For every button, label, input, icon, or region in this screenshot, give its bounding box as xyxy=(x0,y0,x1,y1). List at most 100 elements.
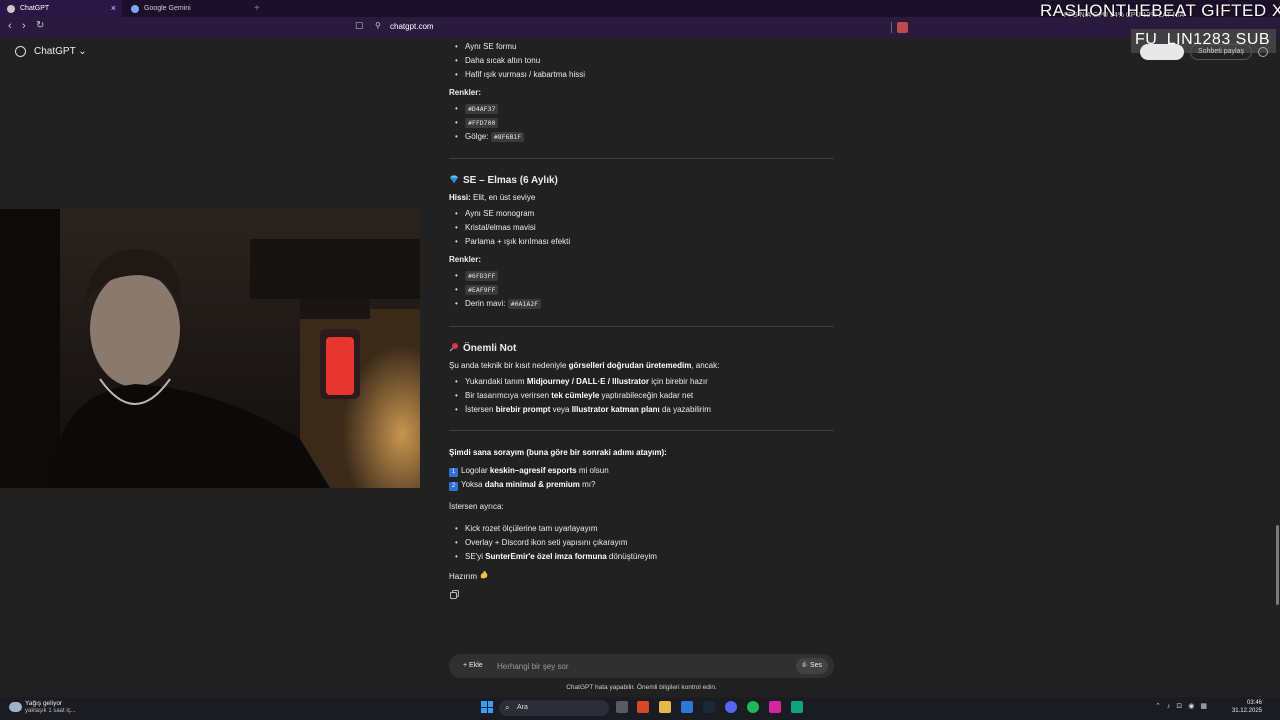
upgrade-button[interactable] xyxy=(1140,44,1184,60)
windows-taskbar: Yağış geliyor yaklaşık 1 saat iç... ⌕ Ar… xyxy=(0,697,1280,720)
list-item: SE'yi SunterEmir'e özel imza formuna dön… xyxy=(455,552,657,561)
text-span: Yoksa xyxy=(461,480,485,489)
colors-label: Renkler: xyxy=(449,255,482,264)
file-explorer-icon[interactable] xyxy=(659,701,671,713)
keycap-2-icon: 2 xyxy=(449,482,458,491)
discord-icon[interactable] xyxy=(725,701,737,713)
list-item: Derin mavi: #0A1A2F xyxy=(455,299,542,309)
clock-date[interactable]: 31.12.2025 xyxy=(1228,708,1262,714)
bold-span: birebir prompt xyxy=(495,405,551,414)
chatgpt-app-icon[interactable] xyxy=(791,701,803,713)
page-scrollbar[interactable] xyxy=(1276,525,1279,605)
list-item: Overlay + Discord ikon seti yapısını çık… xyxy=(455,538,627,547)
feel-label: Hissi: xyxy=(449,193,471,202)
url-text[interactable]: chatgpt.com xyxy=(390,22,434,31)
bold-span: görselleri doğrudan üretemedim xyxy=(568,361,692,370)
weather-title[interactable]: Yağış geliyor xyxy=(25,700,62,707)
task-view-icon[interactable] xyxy=(616,701,628,713)
text-span: SE'yi xyxy=(465,552,486,561)
bookmark-icon[interactable]: ☐ xyxy=(355,21,363,32)
taskbar-search[interactable]: ⌕ Ara xyxy=(499,700,609,716)
paragraph: Hazırım xyxy=(449,570,493,581)
start-menu-icon[interactable] xyxy=(481,701,493,713)
disclaimer-text: ChatGPT hata yapabilir. Önemli bilgileri… xyxy=(566,684,717,691)
color-code: #FFD700 xyxy=(465,118,499,128)
section-heading: SE – Elmas (6 Aylık) xyxy=(449,174,558,186)
weather-icon[interactable] xyxy=(9,702,22,712)
text-span: mi olsun xyxy=(576,466,609,475)
webcam-feed-image xyxy=(0,209,420,488)
option-2: 2 Yoksa daha minimal & premium mı? xyxy=(449,480,595,491)
site-info-icon[interactable]: ⚲ xyxy=(375,21,381,30)
question-heading: Şimdi sana sorayım (buna göre bir sonrak… xyxy=(449,448,667,457)
voice-label: Ses xyxy=(809,662,822,669)
list-item: Hafif ışık vurması / kabartma hissi xyxy=(455,70,585,79)
color-code: #EAF9FF xyxy=(465,285,499,295)
forward-icon[interactable]: › xyxy=(22,20,26,32)
list-item: #EAF9FF xyxy=(455,285,499,295)
bold-span: Illustrator katman planı xyxy=(571,405,660,414)
prompt-input[interactable] xyxy=(497,658,787,674)
text-span: Şu anda teknik bir kısıt nedeniyle xyxy=(449,361,569,370)
option-1: 1 Logolar keskin–agresif esports mi olsun xyxy=(449,466,609,477)
toolbar-divider xyxy=(891,22,892,33)
chatgpt-logo-icon xyxy=(15,46,26,57)
deep-blue-label: Derin mavi: xyxy=(465,299,506,308)
clock-time[interactable]: 03:46 xyxy=(1236,700,1262,706)
add-attachment-button[interactable]: + Ekle xyxy=(457,658,489,674)
instagram-icon[interactable] xyxy=(769,701,781,713)
text-span: da yazabilirim xyxy=(659,405,711,414)
divider xyxy=(449,430,834,431)
color-code: #8F6B1F xyxy=(490,132,525,142)
section-heading-text: Önemli Not xyxy=(463,343,517,354)
section-heading: Önemli Not xyxy=(449,342,516,354)
pushpin-icon xyxy=(449,343,458,352)
list-item: Kristal/elmas mavisi xyxy=(455,223,536,232)
share-button[interactable]: Sohbeti paylaş xyxy=(1190,44,1252,60)
color-code: #0A1A2F xyxy=(507,299,542,309)
section-heading-text: SE – Elmas (6 Aylık) xyxy=(463,175,558,186)
colors-label: Renkler: xyxy=(449,88,482,97)
chatgpt-favicon-icon xyxy=(7,5,15,13)
list-item: #FFD700 xyxy=(455,118,499,128)
text-span: İstersen xyxy=(465,405,496,414)
gem-icon xyxy=(450,175,458,183)
new-tab-icon[interactable]: + xyxy=(254,0,260,17)
list-item: Kick rozet ölçülerine tam uyarlayayım xyxy=(455,524,597,533)
text-span: , ancak: xyxy=(691,361,720,370)
divider xyxy=(449,158,834,159)
bold-span: keskin–agresif esports xyxy=(489,466,577,475)
system-tray[interactable]: ⌃♪⊡◉▦ xyxy=(1155,702,1213,710)
tab-chatgpt[interactable]: ChatGPT × xyxy=(0,0,122,17)
search-icon: ⌕ xyxy=(505,703,510,712)
close-tab-icon[interactable]: × xyxy=(111,0,116,17)
chat-composer: + Ekle ıl· Ses xyxy=(449,654,834,678)
tab-gemini[interactable]: Google Gemini xyxy=(124,0,246,17)
copy-icon[interactable] xyxy=(450,590,459,599)
divider xyxy=(449,326,834,327)
paragraph: Şu anda teknik bir kısıt nedeniyle görse… xyxy=(449,361,719,370)
reload-icon[interactable]: ↻ xyxy=(36,20,44,31)
voice-mode-button[interactable]: ıl· Ses xyxy=(796,658,828,674)
shadow-label: Gölge: xyxy=(465,132,489,141)
list-item: Parlama + ışık kırılması efekti xyxy=(455,237,570,246)
text-span: Yukarıdaki tanım xyxy=(465,377,527,386)
brave-browser-icon[interactable] xyxy=(637,701,649,713)
brave-shield-icon[interactable] xyxy=(897,22,908,33)
paragraph: Hissi: Elit, en üst seviye xyxy=(449,193,535,202)
text-span: Bir tasarımcıya verirsen xyxy=(465,391,552,400)
spotify-icon[interactable] xyxy=(747,701,759,713)
model-selector[interactable]: ChatGPT ⌄ xyxy=(34,46,87,57)
assistant-message: Aynı SE formu Daha sıcak altın tonu Hafi… xyxy=(449,38,839,650)
voice-wave-icon: ıl· xyxy=(802,662,808,669)
text-span: Logolar xyxy=(461,466,490,475)
list-item: #6FD3FF xyxy=(455,271,499,281)
mail-icon[interactable] xyxy=(681,701,693,713)
text-span: dönüştüreyim xyxy=(606,552,657,561)
more-options-icon[interactable] xyxy=(1258,47,1268,57)
color-code: #D4AF37 xyxy=(465,104,499,114)
back-icon[interactable]: ‹ xyxy=(8,20,12,32)
list-item: Yukarıdaki tanım Midjourney / DALL·E / I… xyxy=(455,377,708,386)
steam-icon[interactable] xyxy=(703,701,715,713)
weather-subtitle[interactable]: yaklaşık 1 saat iç... xyxy=(25,708,76,714)
